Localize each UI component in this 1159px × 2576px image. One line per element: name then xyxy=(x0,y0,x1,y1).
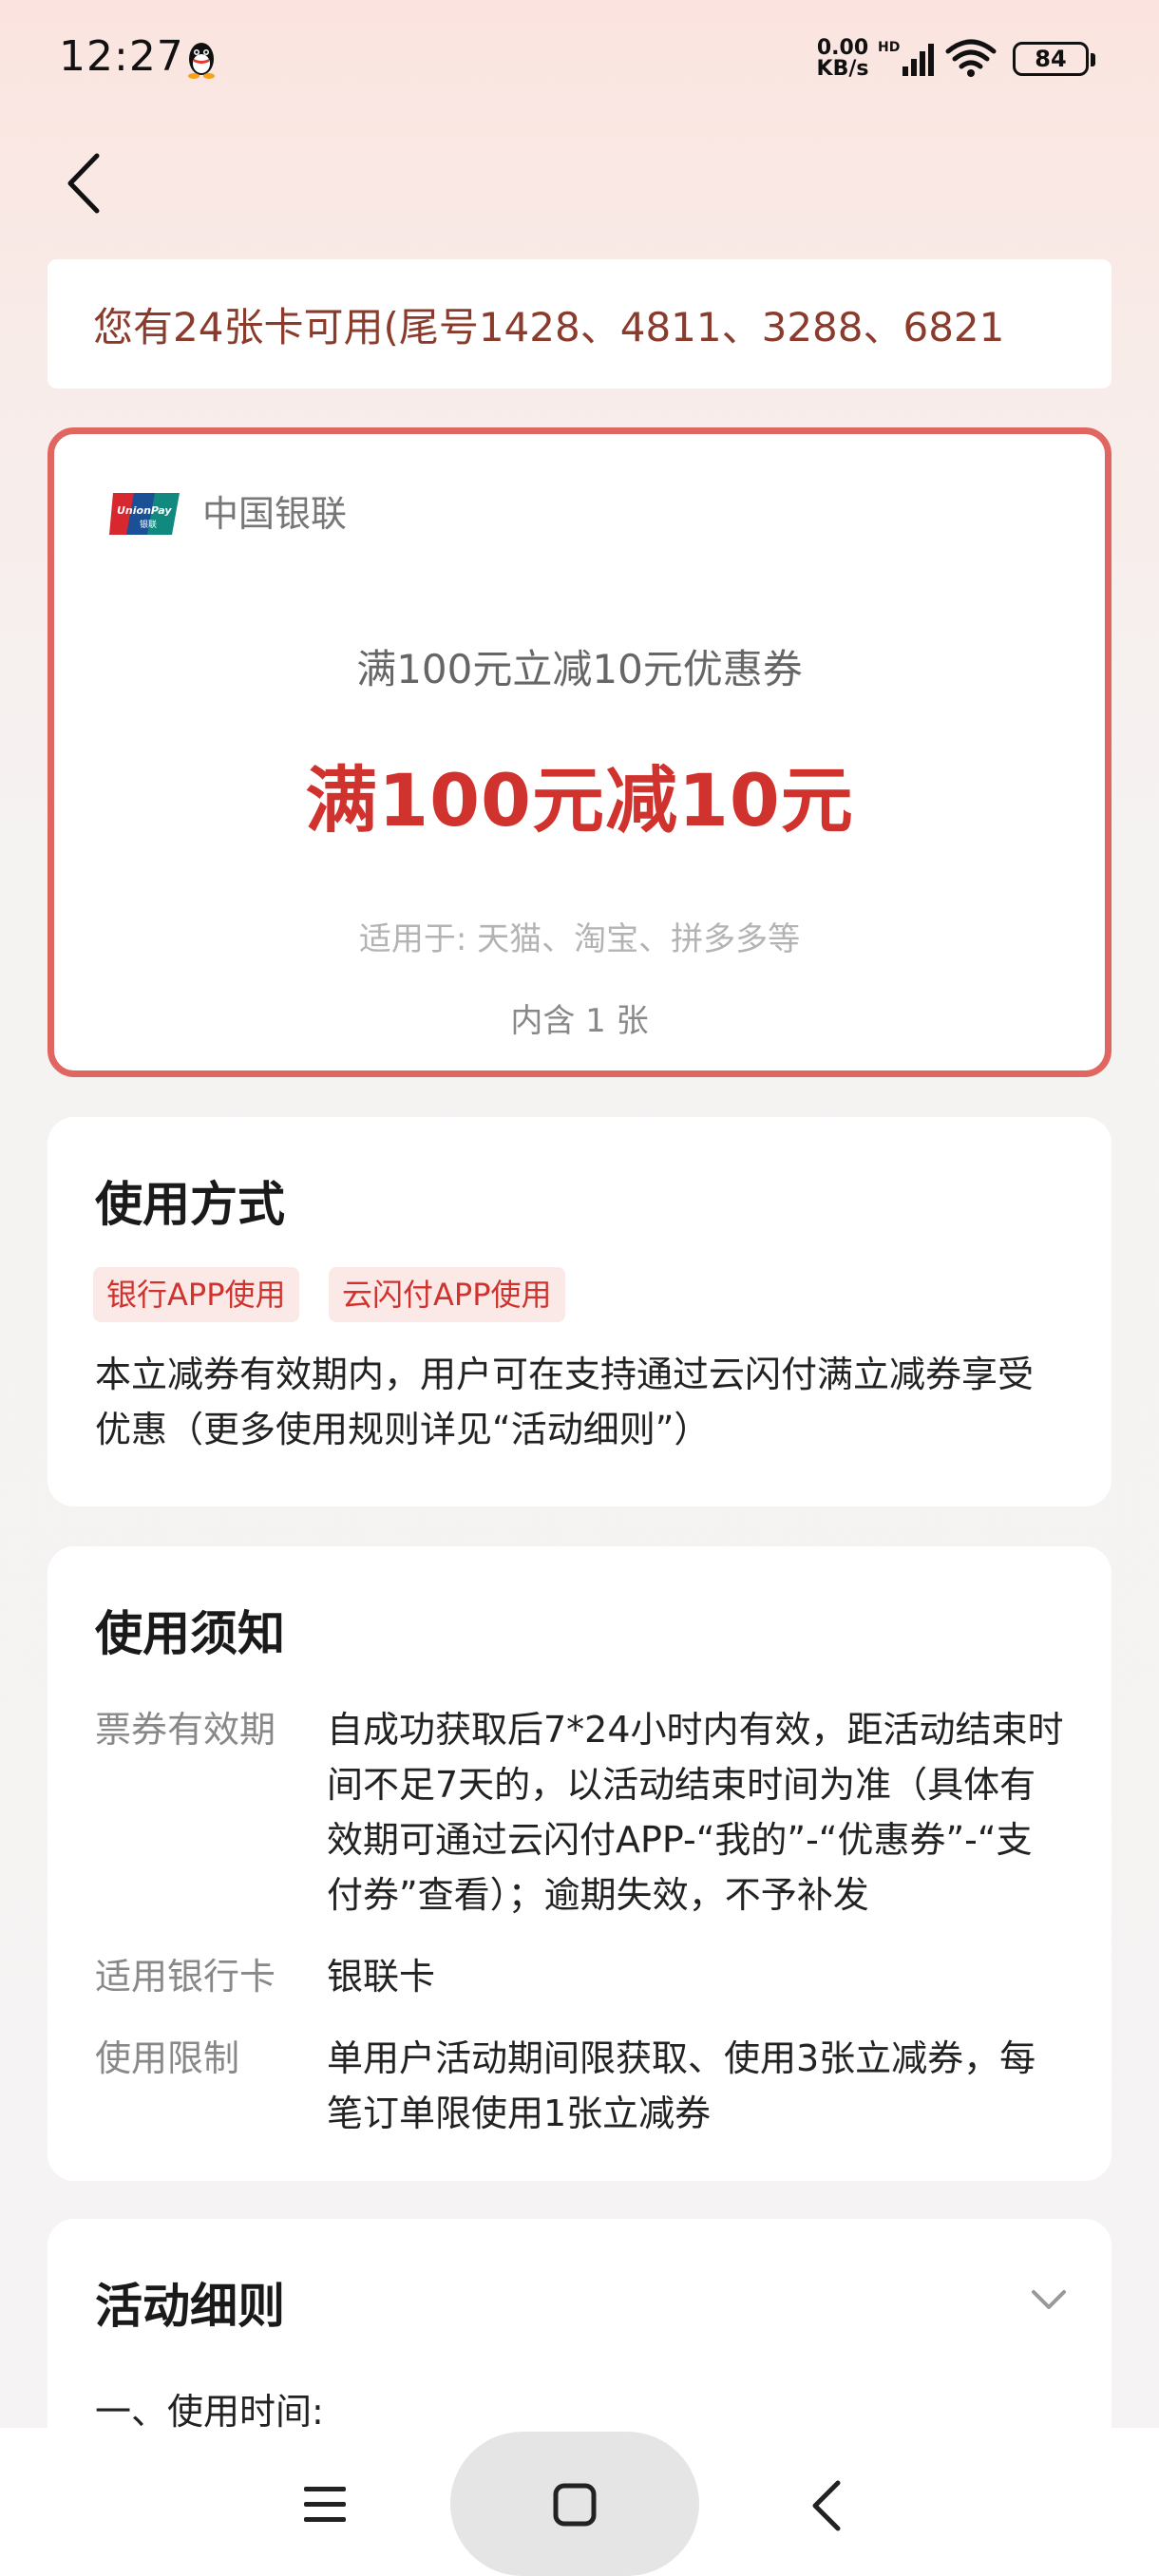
tag-bank-app: 银行APP使用 xyxy=(93,1267,299,1322)
coupon-subtitle: 满100元立减10元优惠券 xyxy=(356,646,803,692)
rules-first-item: 一、使用时间: xyxy=(95,2391,324,2433)
note-label-bank-card: 适用银行卡 xyxy=(95,1956,276,1998)
note-value-bank-card: 银联卡 xyxy=(327,1956,436,1998)
net-speed-value: 0.00 xyxy=(816,36,869,60)
available-cards-text: 您有24张卡可用(尾号1428、4811、3288、6821 xyxy=(93,303,1005,350)
coupon-applicable-merchants: 适用于: 天猫、淘宝、拼多多等 xyxy=(358,920,801,958)
notes-title: 使用须知 xyxy=(95,1606,285,1661)
status-bar: 12:27 0.00 KB/s HD 84 xyxy=(0,0,1159,119)
chevron-down-icon[interactable] xyxy=(1030,2287,1068,2312)
note-label-limit: 使用限制 xyxy=(95,2037,240,2079)
notes-section: 使用须知 票券有效期 自成功获取后7*24小时内有效，距活动结束时间不足7天的，… xyxy=(48,1546,1112,2181)
brand-name: 中国银联 xyxy=(202,493,348,535)
wifi-icon xyxy=(945,39,997,77)
rules-title: 活动细则 xyxy=(95,2279,285,2334)
note-label-validity: 票券有效期 xyxy=(95,1709,276,1751)
net-speed: 0.00 KB/s xyxy=(809,38,876,80)
note-value-validity: 自成功获取后7*24小时内有效，距活动结束时间不足7天的，以活动结束时间为准（具… xyxy=(327,1709,1064,1916)
coupon-count: 内含 1 张 xyxy=(510,1002,649,1040)
system-nav-bar xyxy=(0,2428,1159,2576)
qq-icon xyxy=(188,43,215,79)
usage-description: 本立减券有效期内，用户可在支持通过云闪付满立减券享受优惠（更多使用规则详见“活动… xyxy=(95,1354,1035,1450)
coupon-card: UnionPay 银联 中国银联 满100元立减10元优惠券 满100元减10元… xyxy=(48,427,1112,1077)
tag-yunshanfu-app: 云闪付APP使用 xyxy=(329,1267,565,1322)
back-triangle-icon[interactable] xyxy=(809,2479,844,2532)
home-square-icon[interactable] xyxy=(553,2483,597,2527)
battery-icon: 84 xyxy=(1013,42,1095,76)
signal-label: HD xyxy=(878,40,900,55)
available-cards-banner[interactable]: 您有24张卡可用(尾号1428、4811、3288、6821 xyxy=(48,259,1112,388)
back-arrow-icon[interactable] xyxy=(59,150,106,217)
usage-section: 使用方式 银行APP使用 云闪付APP使用 本立减券有效期内，用户可在支持通过云… xyxy=(48,1117,1112,1506)
status-time: 12:27 xyxy=(59,32,184,81)
note-value-limit: 单用户活动期间限获取、使用3张立减券，每笔订单限使用1张立减券 xyxy=(327,2037,1036,2134)
svg-text:UnionPay: UnionPay xyxy=(117,504,172,517)
signal-icon: HD xyxy=(878,40,934,76)
usage-title: 使用方式 xyxy=(95,1177,285,1232)
net-speed-unit: KB/s xyxy=(816,57,869,81)
unionpay-logo-icon: UnionPay 银联 xyxy=(109,493,180,535)
svg-text:银联: 银联 xyxy=(140,519,157,530)
coupon-amount: 满100元减10元 xyxy=(305,758,854,843)
menu-icon[interactable] xyxy=(302,2485,348,2525)
